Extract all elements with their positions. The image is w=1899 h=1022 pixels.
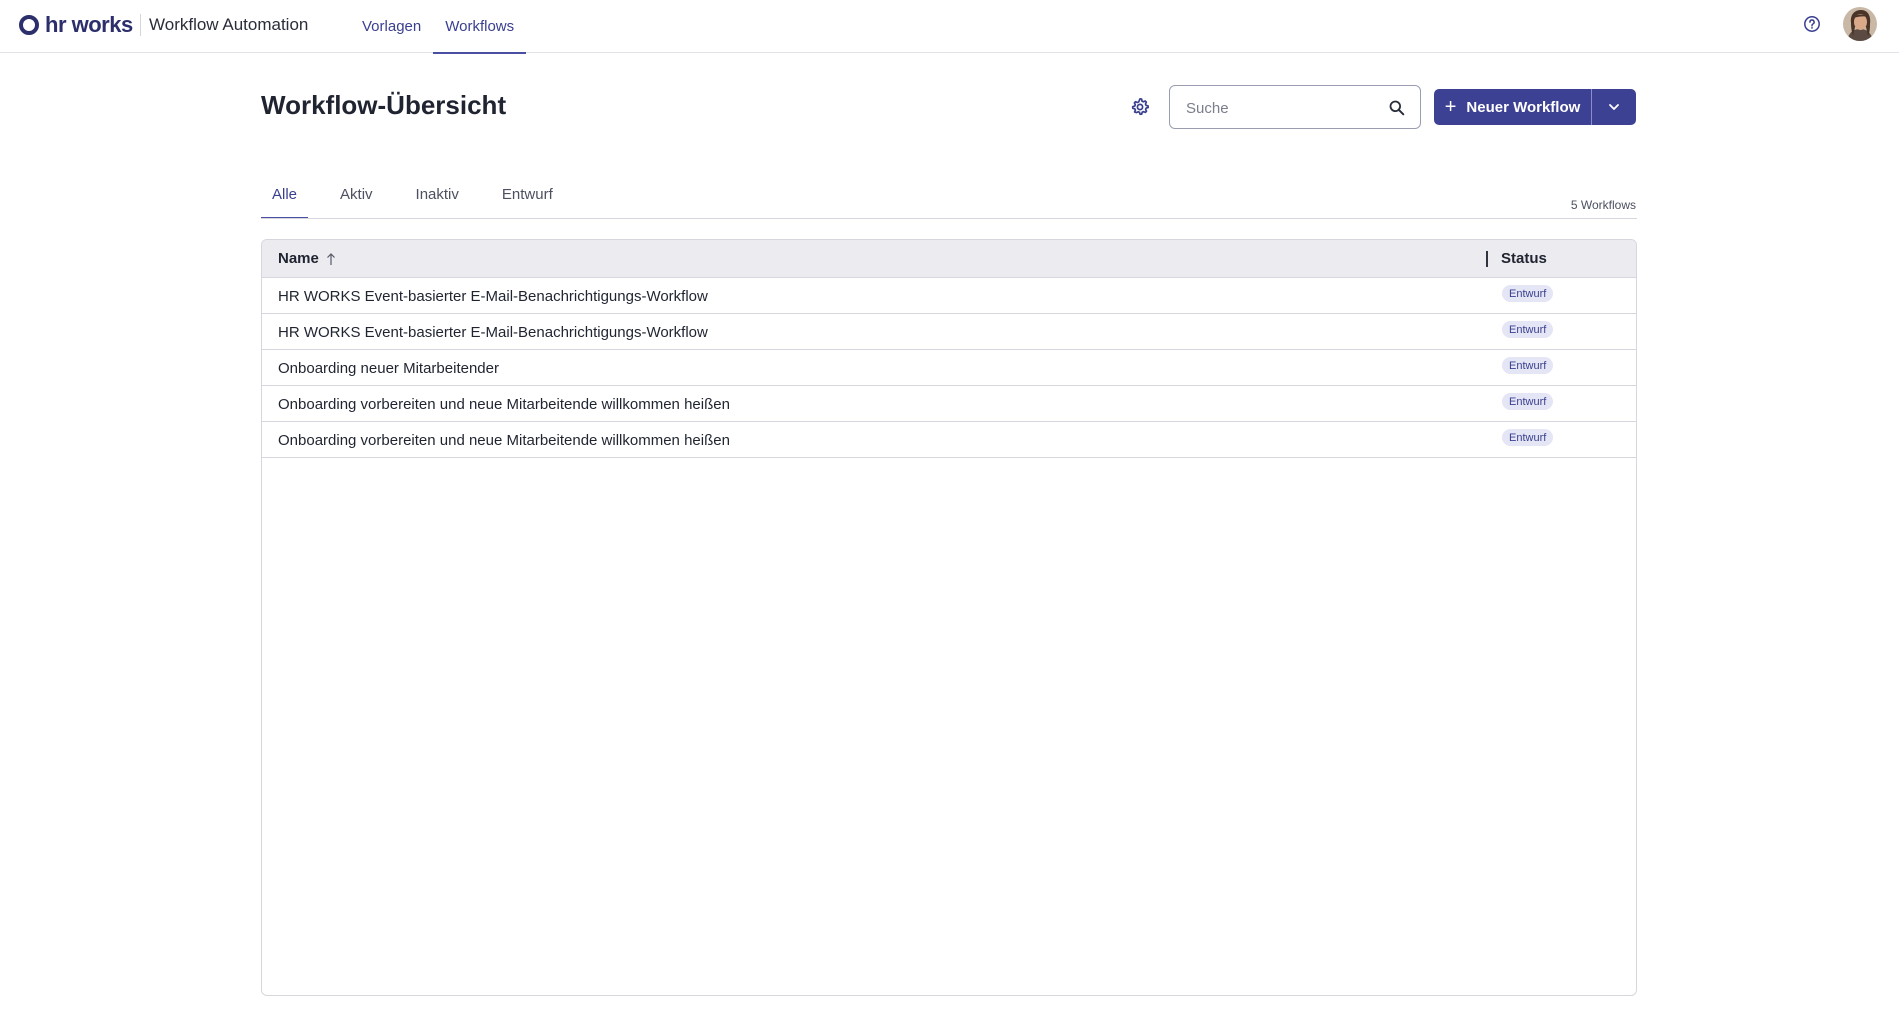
new-workflow-split-button: + Neuer Workflow — [1434, 89, 1636, 125]
search-input[interactable] — [1186, 97, 1376, 119]
logo-ring-icon — [19, 15, 39, 35]
tabs-divider — [261, 218, 1637, 219]
brand-logo[interactable]: hr works — [19, 12, 133, 37]
top-bar: hr works Workflow Automation Vorlagen Wo… — [0, 0, 1899, 54]
tab-alle[interactable]: Alle — [261, 180, 309, 219]
plus-icon: + — [1444, 96, 1457, 118]
gear-icon[interactable] — [1130, 97, 1150, 117]
app-title: Workflow Automation — [149, 15, 309, 34]
main-nav: Vorlagen Workflows — [350, 0, 527, 54]
status-badge: Entwurf — [1502, 393, 1554, 410]
column-header-name-label: Name — [278, 250, 319, 267]
status-badge: Entwurf — [1502, 321, 1554, 338]
column-header-status[interactable]: Status — [1501, 250, 1547, 267]
workflow-name: HR WORKS Event-basierter E-Mail-Benachri… — [278, 288, 708, 305]
workflow-name: HR WORKS Event-basierter E-Mail-Benachri… — [278, 324, 708, 341]
workflow-name: Onboarding vorbereiten und neue Mitarbei… — [278, 396, 730, 413]
status-badge: Entwurf — [1502, 285, 1554, 302]
workflow-table: Name Status HR WORKS Event-basierter E-M… — [261, 239, 1637, 996]
table-header: Name Status — [262, 240, 1636, 278]
status-tabs: Alle Aktiv Inaktiv Entwurf — [261, 180, 585, 219]
workflow-count: 5 Workflows — [1570, 198, 1636, 212]
avatar[interactable] — [1843, 7, 1877, 41]
table-row[interactable]: Onboarding vorbereiten und neue Mitarbei… — [262, 386, 1636, 422]
new-workflow-button[interactable]: + Neuer Workflow — [1434, 89, 1592, 125]
nav-item-workflows[interactable]: Workflows — [433, 0, 527, 54]
new-workflow-label: Neuer Workflow — [1466, 98, 1581, 116]
workflow-name: Onboarding vorbereiten und neue Mitarbei… — [278, 432, 730, 449]
tab-aktiv[interactable]: Aktiv — [329, 180, 384, 219]
table-row[interactable]: Onboarding vorbereiten und neue Mitarbei… — [262, 422, 1636, 458]
page-title: Workflow-Übersicht — [261, 90, 507, 120]
table-row[interactable]: HR WORKS Event-basierter E-Mail-Benachri… — [262, 314, 1636, 350]
arrow-up-icon — [326, 252, 335, 265]
table-row[interactable]: HR WORKS Event-basierter E-Mail-Benachri… — [262, 278, 1636, 314]
status-badge: Entwurf — [1502, 429, 1554, 446]
new-workflow-dropdown-button[interactable] — [1592, 89, 1636, 125]
chevron-down-icon — [1609, 104, 1619, 110]
tab-entwurf[interactable]: Entwurf — [491, 180, 564, 219]
workflow-name: Onboarding neuer Mitarbeitender — [278, 360, 499, 377]
nav-item-vorlagen[interactable]: Vorlagen — [350, 0, 433, 53]
table-row[interactable]: Onboarding neuer Mitarbeitender Entwurf — [262, 350, 1636, 386]
column-resize-handle[interactable] — [1486, 251, 1488, 267]
tab-inaktiv[interactable]: Inaktiv — [405, 180, 470, 219]
logo-text: hr works — [45, 12, 133, 37]
brand-divider — [140, 14, 141, 36]
status-badge: Entwurf — [1502, 357, 1554, 374]
search-icon[interactable] — [1388, 99, 1406, 117]
search-box — [1169, 85, 1421, 129]
column-header-name[interactable]: Name — [278, 250, 337, 267]
help-circle-icon[interactable] — [1803, 15, 1821, 33]
